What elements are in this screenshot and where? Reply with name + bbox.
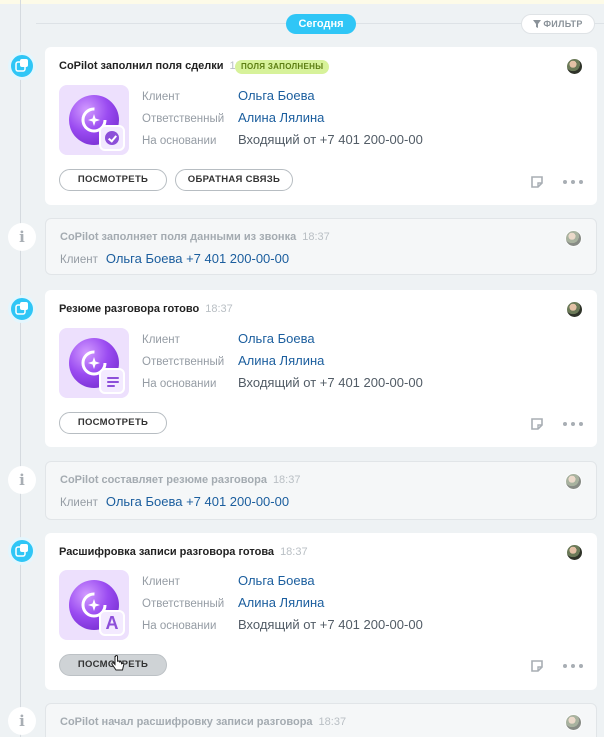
user-avatar[interactable] — [565, 473, 582, 490]
view-button[interactable]: ПОСМОТРЕТЬ — [59, 169, 167, 191]
copilot-timeline-icon — [8, 52, 36, 80]
client-phone-link[interactable]: Ольга Боева +7 401 200-00-00 — [106, 251, 289, 266]
copilot-thumbnail: A — [59, 570, 129, 640]
field-label-basis: На основании — [142, 135, 217, 147]
event-time: 18:37 — [302, 231, 330, 243]
responsible-link[interactable]: Алина Лялина — [238, 595, 324, 610]
hand-cursor-icon — [111, 655, 125, 671]
event-card-filling: CoPilot заполняет поля данными из звонка… — [45, 218, 597, 275]
top-strip — [0, 0, 604, 4]
responsible-link[interactable]: Алина Лялина — [238, 110, 324, 125]
user-avatar[interactable] — [565, 230, 582, 247]
basis-value: Входящий от +7 401 200-00-00 — [238, 375, 423, 390]
event-card-summary-ready: Резюме разговора готово 18:37 Клиент Ольга… — [45, 290, 597, 447]
basis-value: Входящий от +7 401 200-00-00 — [238, 132, 423, 147]
event-title: CoPilot начал расшифровку записи разгово… — [60, 716, 347, 728]
copilot-timeline-icon — [8, 537, 36, 565]
info-icon: i — [8, 707, 36, 735]
copilot-thumbnail — [59, 328, 129, 398]
event-title: CoPilot заполнил поля сделки18:37 — [59, 60, 257, 72]
filter-label: ФИЛЬТР — [543, 19, 583, 29]
more-dots-icon[interactable] — [563, 422, 583, 426]
view-button[interactable]: ПОСМОТРЕТЬ — [59, 412, 167, 434]
more-dots-icon[interactable] — [563, 180, 583, 184]
note-icon[interactable] — [530, 417, 544, 431]
basis-value: Входящий от +7 401 200-00-00 — [238, 617, 423, 632]
field-label-client: Клиент — [142, 334, 180, 346]
feedback-button[interactable]: ОБРАТНАЯ СВЯЗЬ — [175, 169, 293, 191]
event-card-summarizing: CoPilot составляет резюме разговора 18:37… — [45, 461, 597, 520]
client-phone-link[interactable]: Ольга Боева +7 401 200-00-00 — [106, 494, 289, 509]
event-time: 18:37 — [272, 474, 301, 486]
note-icon[interactable] — [530, 175, 544, 189]
client-row: Клиент Ольга Боева +7 401 200-00-00 — [60, 251, 289, 266]
field-label-client: Клиент — [142, 576, 180, 588]
timeline-line — [20, 0, 21, 737]
field-label-basis: На основании — [142, 620, 217, 632]
client-row: Клиент Ольга Боева +7 401 200-00-00 — [60, 494, 289, 509]
note-icon[interactable] — [530, 659, 544, 673]
user-avatar[interactable] — [565, 714, 582, 731]
event-title: Резюме разговора готово 18:37 — [59, 303, 233, 315]
date-pill: Сегодня — [286, 14, 356, 34]
event-fields: Клиент Ольга Боева Ответственный Алина Лял… — [142, 85, 423, 151]
copilot-thumbnail — [59, 85, 129, 155]
event-title: CoPilot заполняет поля данными из звонка… — [60, 231, 330, 243]
summary-lines-icon — [99, 368, 125, 394]
transcript-letter-icon: A — [99, 610, 125, 636]
event-title: CoPilot составляет резюме разговора 18:37 — [60, 474, 301, 486]
field-label-responsible: Ответственный — [142, 356, 225, 368]
status-badge: ПОЛЯ ЗАПОЛНЕНЫ — [235, 60, 330, 74]
info-icon: i — [8, 466, 36, 494]
event-card-transcript-ready: Расшифровка записи разговора готова 18:37… — [45, 533, 597, 690]
event-time: 18:37 — [205, 303, 233, 315]
info-icon: i — [8, 223, 36, 251]
client-link[interactable]: Ольга Боева — [238, 331, 315, 346]
field-label-responsible: Ответственный — [142, 113, 225, 125]
responsible-link[interactable]: Алина Лялина — [238, 353, 324, 368]
event-time: 18:37 — [318, 716, 347, 728]
field-label-client: Клиент — [142, 91, 180, 103]
field-label-client: Клиент — [60, 497, 98, 509]
more-dots-icon[interactable] — [563, 664, 583, 668]
field-label-basis: На основании — [142, 378, 217, 390]
event-card-fields-filled: CoPilot заполнил поля сделки18:37 ПОЛЯ З… — [45, 47, 597, 205]
event-time: 18:37 — [280, 546, 308, 558]
client-link[interactable]: Ольга Боева — [238, 573, 315, 588]
field-label-responsible: Ответственный — [142, 598, 225, 610]
event-card-transcribing: CoPilot начал расшифровку записи разгово… — [45, 703, 597, 737]
user-avatar[interactable] — [566, 544, 583, 561]
filter-funnel-icon — [533, 20, 542, 28]
event-fields: Клиент Ольга Боева Ответственный Алина Лял… — [142, 328, 423, 394]
client-link[interactable]: Ольга Боева — [238, 88, 315, 103]
filter-button[interactable]: ФИЛЬТР — [521, 14, 595, 34]
event-title: Расшифровка записи разговора готова 18:37 — [59, 546, 308, 558]
checkmark-icon — [99, 125, 125, 151]
field-label-client: Клиент — [60, 254, 98, 266]
user-avatar[interactable] — [566, 301, 583, 318]
event-fields: Клиент Ольга Боева Ответственный Алина Лял… — [142, 570, 423, 636]
user-avatar[interactable] — [566, 58, 583, 75]
copilot-timeline-icon — [8, 295, 36, 323]
